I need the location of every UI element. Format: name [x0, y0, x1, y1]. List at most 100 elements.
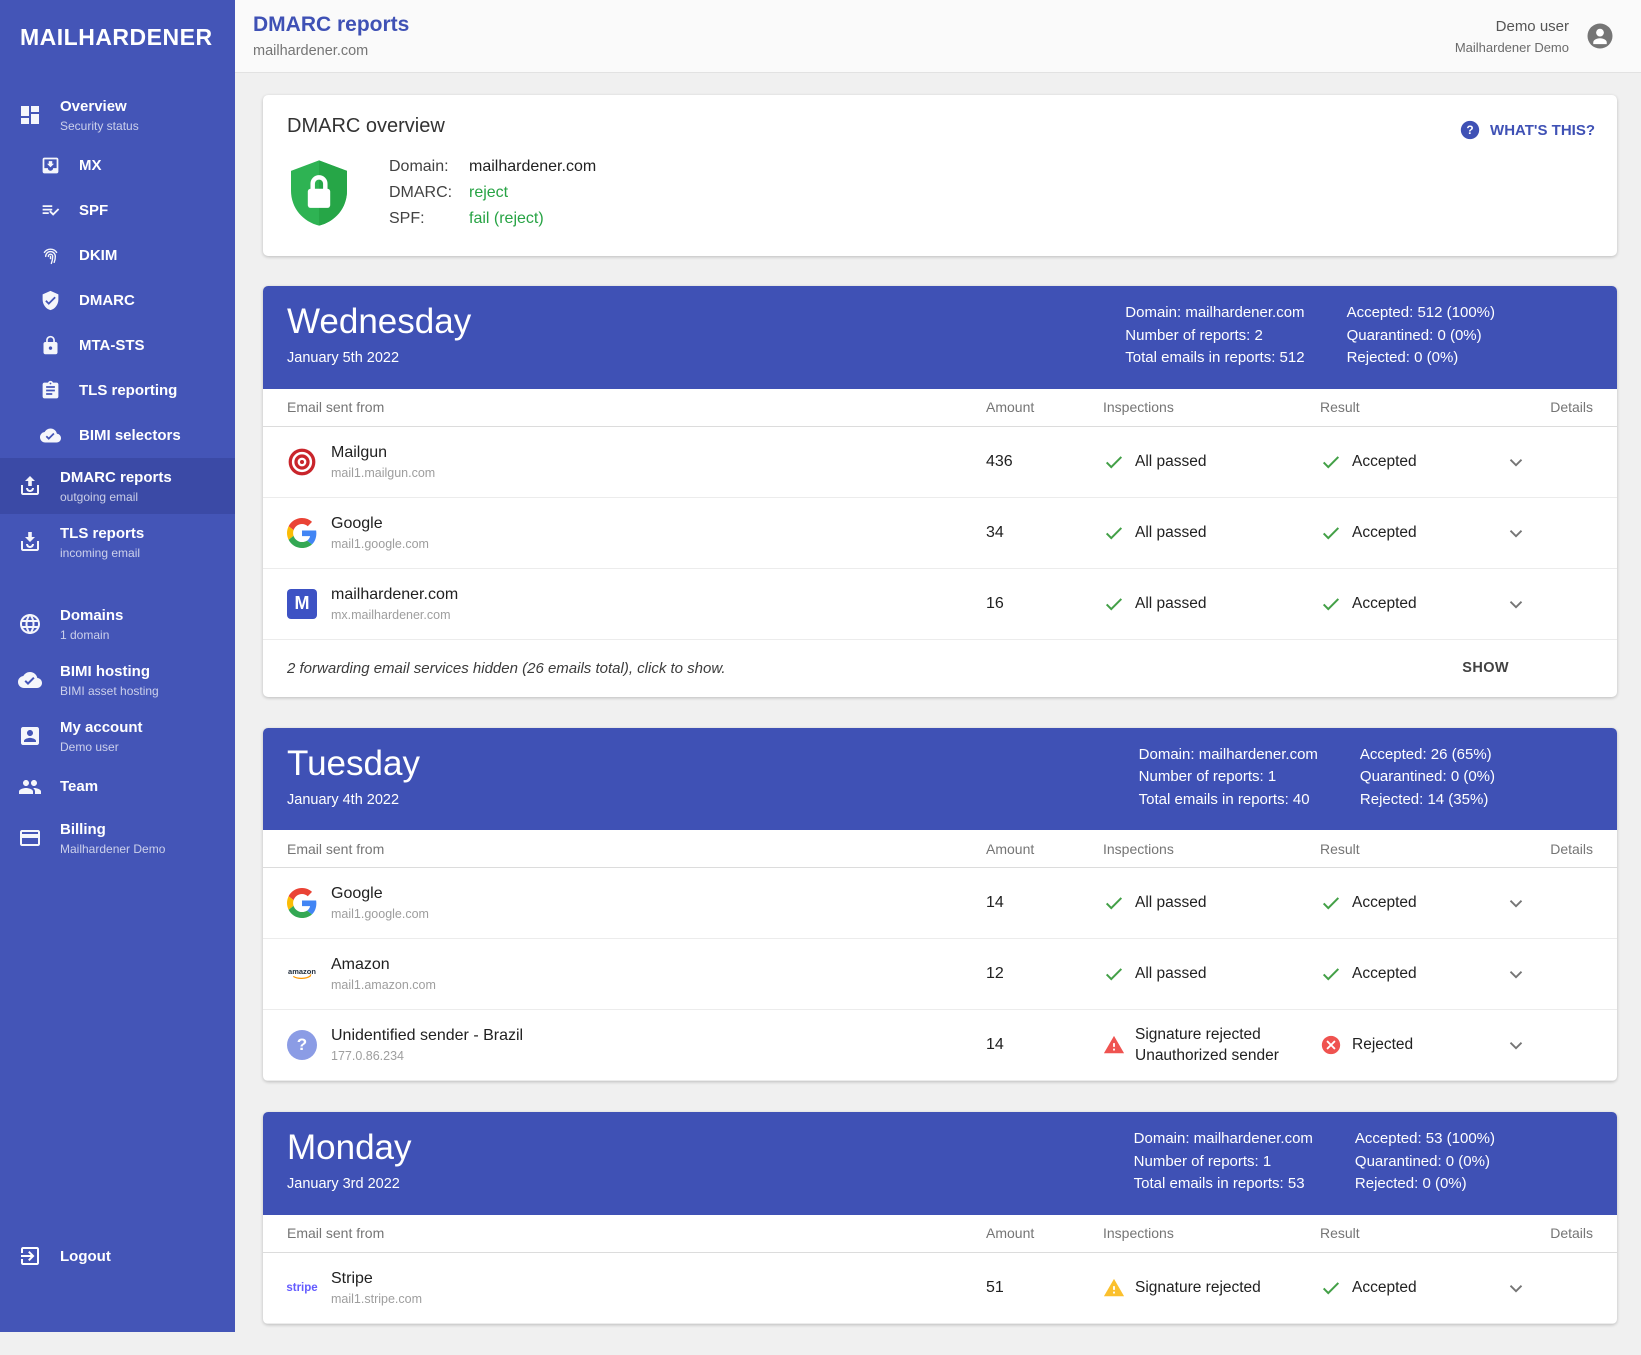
inspection-label: All passed — [1135, 965, 1207, 983]
svg-text:?: ? — [1466, 123, 1473, 137]
table-row[interactable]: Mailgun mail1.mailgun.com 436 All passed… — [263, 427, 1617, 498]
amount-value: 14 — [986, 1036, 1103, 1054]
sidebar-item-spf[interactable]: SPF — [0, 188, 235, 233]
stat-quarantined: Quarantined: 0 (0%) — [1355, 1151, 1495, 1174]
chevron-down-icon[interactable] — [1505, 1034, 1527, 1056]
app-root: MAILHARDENER Overview Security status MX… — [0, 0, 1641, 1332]
table-row[interactable]: Google mail1.google.com 14 All passed Ac… — [263, 868, 1617, 939]
sidebar-item-bimi-selectors[interactable]: BIMI selectors — [0, 413, 235, 458]
logout-icon — [18, 1244, 42, 1268]
brand-logo: MAILHARDENER — [0, 0, 235, 51]
dmarc-overview-card: DMARC overview ? WHAT'S THIS? Domain:mai… — [263, 95, 1617, 256]
sidebar-item-sublabel: incoming email — [60, 546, 144, 560]
sidebar-item-domains[interactable]: Domains 1 domain — [0, 596, 235, 652]
check-icon — [1320, 522, 1342, 544]
stat-report-count: Number of reports: 2 — [1125, 325, 1304, 348]
shield-lock-icon — [291, 158, 347, 228]
main-area: DMARC reports mailhardener.com Demo user… — [235, 0, 1641, 1332]
table-row[interactable]: stripe Stripe mail1.stripe.com 51 Signat… — [263, 1253, 1617, 1324]
chevron-down-icon[interactable] — [1505, 963, 1527, 985]
help-icon: ? — [1459, 119, 1481, 141]
check-icon — [1103, 963, 1125, 985]
sidebar-item-dmarc-reports[interactable]: DMARC reports outgoing email — [0, 458, 235, 514]
hidden-services-row[interactable]: 2 forwarding email services hidden (26 e… — [263, 640, 1617, 697]
people-icon — [18, 775, 42, 799]
chevron-down-icon[interactable] — [1505, 892, 1527, 914]
show-button[interactable]: SHOW — [1462, 660, 1509, 676]
outbox-tray-icon — [18, 474, 42, 498]
col-email-sent-from: Email sent from — [287, 399, 986, 415]
sender-name: Mailgun — [331, 444, 435, 462]
avatar-icon[interactable] — [1585, 21, 1615, 51]
table-row[interactable]: Google mail1.google.com 34 All passed Ac… — [263, 498, 1617, 569]
clipboard-icon — [40, 380, 61, 401]
table-row[interactable]: M mailhardener.com mx.mailhardener.com 1… — [263, 569, 1617, 640]
chevron-down-icon[interactable] — [1505, 593, 1527, 615]
chevron-down-icon[interactable] — [1505, 1277, 1527, 1299]
sidebar-item-sublabel: Mailhardener Demo — [60, 842, 165, 856]
dashboard-icon — [18, 103, 42, 127]
field-value: reject — [469, 180, 508, 206]
chevron-down-icon[interactable] — [1505, 522, 1527, 544]
fingerprint-icon — [40, 245, 61, 266]
table-header: Email sent from Amount Inspections Resul… — [263, 1215, 1617, 1253]
sidebar-item-mx[interactable]: MX — [0, 143, 235, 188]
check-icon — [1103, 451, 1125, 473]
day-date: January 3rd 2022 — [287, 1176, 412, 1192]
user-menu[interactable]: Demo user Mailhardener Demo — [1455, 18, 1615, 55]
sidebar-item-dmarc[interactable]: DMARC — [0, 278, 235, 323]
inspection-label: All passed — [1135, 524, 1207, 542]
inbox-tray-icon — [18, 530, 42, 554]
sidebar-item-label: TLS reporting — [79, 382, 177, 400]
sidebar-item-overview[interactable]: Overview Security status — [0, 87, 235, 143]
sidebar-item-tls-reporting[interactable]: TLS reporting — [0, 368, 235, 413]
chevron-down-icon[interactable] — [1505, 451, 1527, 473]
sidebar-item-dkim[interactable]: DKIM — [0, 233, 235, 278]
svg-text:amazon: amazon — [288, 967, 316, 976]
amount-value: 436 — [986, 453, 1103, 471]
sidebar-item-billing[interactable]: Billing Mailhardener Demo — [0, 810, 235, 866]
table-row[interactable]: amazon Amazon mail1.amazon.com 12 All pa… — [263, 939, 1617, 1010]
amount-value: 14 — [986, 894, 1103, 912]
sidebar-item-sublabel: Security status — [60, 119, 139, 133]
sidebar-item-mta-sts[interactable]: MTA-STS — [0, 323, 235, 368]
inspection-label: Signature rejected — [1135, 1279, 1261, 1297]
mailgun-logo-icon — [287, 447, 317, 477]
sender-domain: mail1.google.com — [331, 907, 429, 921]
amount-value: 51 — [986, 1279, 1103, 1297]
stat-domain: Domain: mailhardener.com — [1139, 744, 1318, 767]
stat-accepted: Accepted: 53 (100%) — [1355, 1128, 1495, 1151]
logout-label: Logout — [60, 1248, 111, 1265]
day-name: Tuesday — [287, 744, 420, 784]
google-logo-icon — [287, 518, 317, 548]
sender-name: mailhardener.com — [331, 586, 458, 604]
sender-domain: mx.mailhardener.com — [331, 608, 458, 622]
whats-this-link[interactable]: ? WHAT'S THIS? — [1459, 119, 1595, 141]
check-icon — [1320, 593, 1342, 615]
unknown-sender-icon: ? — [287, 1030, 317, 1060]
sidebar-item-label: TLS reports — [60, 525, 144, 543]
logout-button[interactable]: Logout — [0, 1230, 235, 1332]
result-label: Accepted — [1352, 894, 1417, 912]
sidebar-item-label: MX — [79, 157, 102, 175]
user-name: Demo user — [1455, 18, 1569, 35]
col-amount: Amount — [986, 1225, 1103, 1241]
day-card-tuesday: Tuesday January 4th 2022 Domain: mailhar… — [263, 728, 1617, 1082]
sidebar-item-tls-reports[interactable]: TLS reports incoming email — [0, 514, 235, 570]
stripe-logo-icon: stripe — [287, 1273, 317, 1303]
field-value: fail (reject) — [469, 206, 544, 232]
table-row[interactable]: ? Unidentified sender - Brazil 177.0.86.… — [263, 1010, 1617, 1081]
sidebar-item-label: DKIM — [79, 247, 117, 265]
sender-name: Stripe — [331, 1270, 422, 1288]
sidebar-item-sublabel: outgoing email — [60, 490, 172, 504]
check-icon — [1320, 451, 1342, 473]
stat-rejected: Rejected: 14 (35%) — [1360, 789, 1495, 812]
sidebar-item-bimi-hosting[interactable]: BIMI hosting BIMI asset hosting — [0, 652, 235, 708]
inspection-label: All passed — [1135, 453, 1207, 471]
user-org: Mailhardener Demo — [1455, 40, 1569, 55]
sidebar-item-team[interactable]: Team — [0, 764, 235, 810]
warning-icon — [1103, 1277, 1125, 1299]
day-stats: Domain: mailhardener.com Number of repor… — [1125, 302, 1593, 370]
sidebar-item-my-account[interactable]: My account Demo user — [0, 708, 235, 764]
sender-domain: mail1.mailgun.com — [331, 466, 435, 480]
